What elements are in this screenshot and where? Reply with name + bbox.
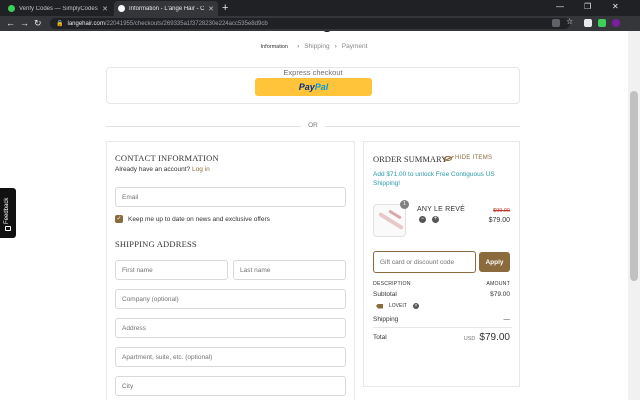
langehair-favicon-icon <box>118 5 125 12</box>
breadcrumb: Information › Shipping › Payment <box>0 43 628 50</box>
profile-avatar[interactable] <box>612 19 620 27</box>
breadcrumb-shipping: Shipping <box>304 43 330 50</box>
product-name: ANY LE REVÉ <box>417 206 465 213</box>
applied-discount: LOVEIT × <box>376 303 419 309</box>
feedback-label: Feedback <box>4 197 10 224</box>
browser-toolbar: ← → ↻ 🔒 langehair.com /22041955/checkout… <box>0 16 640 31</box>
tab-title: Information - L'ange Hair - Chec <box>129 5 205 12</box>
new-tab-button[interactable]: + <box>222 2 228 14</box>
order-summary-panel: ORDER SUMMARY HIDE ITEMS Add $71.00 to u… <box>363 141 520 387</box>
product-thumbnail <box>373 204 406 237</box>
have-account-text: Already have an account? Log in <box>115 166 210 173</box>
increase-quantity-button[interactable]: + <box>432 216 439 223</box>
close-tab-icon[interactable]: ✕ <box>102 5 108 13</box>
eye-slash-icon <box>444 155 452 161</box>
simplycodes-extension-icon[interactable] <box>598 19 606 27</box>
page-scrollbar[interactable] <box>628 31 640 400</box>
divider <box>325 126 520 127</box>
product-price: $79.00 <box>488 217 510 224</box>
feedback-tab[interactable]: Feedback <box>0 188 16 238</box>
bookmark-star-icon[interactable]: ☆ <box>566 17 574 26</box>
close-tab-icon[interactable]: ✕ <box>208 5 214 13</box>
breadcrumb-separator-icon: › <box>334 43 337 50</box>
breadcrumb-payment: Payment <box>341 43 368 50</box>
subtotal-value: $79.00 <box>490 291 510 298</box>
window-close-icon[interactable]: ✕ <box>612 2 619 11</box>
shipping-value: — <box>503 316 511 323</box>
tab-checkout[interactable]: Information - L'ange Hair - Chec ✕ <box>114 1 218 16</box>
maximize-icon[interactable]: ❐ <box>584 2 591 11</box>
shipping-address-title: SHIPPING ADDRESS <box>115 239 197 249</box>
discount-code-input[interactable]: Gift card or discount code <box>373 251 476 273</box>
forward-icon[interactable]: → <box>20 18 29 29</box>
newsletter-row: ✓ Keep me up to date on news and exclusi… <box>115 215 270 223</box>
breadcrumb-information[interactable]: Information <box>261 44 289 50</box>
reload-icon[interactable]: ↻ <box>34 18 42 29</box>
divider <box>373 327 512 328</box>
store-logo <box>321 31 333 32</box>
address-bar[interactable]: 🔒 langehair.com /22041955/checkouts/2693… <box>50 18 570 29</box>
description-header: DESCRIPTION <box>373 281 411 287</box>
login-link[interactable]: Log in <box>192 166 210 173</box>
total-amount: USD $79.00 <box>464 332 510 343</box>
total-label: Total <box>373 334 387 341</box>
lock-icon: 🔒 <box>56 21 64 27</box>
translate-icon[interactable] <box>552 19 560 27</box>
free-shipping-promo: Add $71.00 to unlock Free Contiguous US … <box>373 171 495 187</box>
simplycodes-favicon-icon <box>8 5 15 12</box>
scrollbar-thumb[interactable] <box>630 91 638 281</box>
hide-items-label: HIDE ITEMS <box>455 155 493 161</box>
company-field[interactable]: Company (optional) <box>115 289 346 309</box>
tab-title: Verify Codes — SimplyCodes <box>19 5 98 12</box>
apartment-field[interactable]: Apartment, suite, etc. (optional) <box>115 347 346 367</box>
order-summary-title: ORDER SUMMARY <box>373 154 448 164</box>
last-name-field[interactable]: Last name <box>233 260 346 280</box>
divider <box>106 126 301 127</box>
decrease-quantity-button[interactable]: − <box>419 216 426 223</box>
tab-verify-codes[interactable]: Verify Codes — SimplyCodes ✕ <box>4 1 112 16</box>
city-field[interactable]: City <box>115 376 346 396</box>
remove-discount-icon[interactable]: × <box>412 303 419 309</box>
original-price: $99.00 <box>493 208 510 214</box>
subtotal-label: Subtotal <box>373 291 397 298</box>
address-field[interactable]: Address <box>115 318 346 338</box>
browser-tab-bar: Verify Codes — SimplyCodes ✕ Information… <box>0 0 640 16</box>
tag-icon <box>376 303 383 309</box>
customer-info-panel: CONTACT INFORMATION Already have an acco… <box>106 141 355 400</box>
newsletter-checkbox[interactable]: ✓ <box>115 215 123 223</box>
paypal-pal-text: Pal <box>314 82 329 92</box>
first-name-field[interactable]: First name <box>115 260 228 280</box>
shipping-label: Shipping <box>373 316 399 323</box>
feedback-chat-icon <box>5 226 11 231</box>
express-checkout-box: Express checkout Pay Pal <box>106 67 520 104</box>
paypal-pay-text: Pay <box>298 82 315 92</box>
breadcrumb-separator-icon: › <box>297 43 300 50</box>
back-icon[interactable]: ← <box>6 18 15 29</box>
newsletter-label: Keep me up to date on news and exclusive… <box>128 215 270 223</box>
checkout-page: Information › Shipping › Payment Express che… <box>0 31 628 400</box>
email-field[interactable]: Email <box>115 187 346 207</box>
extension-icon[interactable] <box>584 19 592 27</box>
amount-header: AMOUNT <box>486 281 510 287</box>
url-host: langehair.com <box>67 20 105 27</box>
hide-items-button[interactable]: HIDE ITEMS <box>444 155 492 161</box>
quantity-badge: 1 <box>400 200 409 209</box>
paypal-button[interactable]: Pay Pal <box>255 78 372 96</box>
contact-information-title: CONTACT INFORMATION <box>115 153 219 163</box>
total-currency: USD <box>463 336 476 342</box>
minimize-icon[interactable]: — <box>556 2 564 11</box>
discount-code: LOVEIT <box>389 303 407 309</box>
apply-button[interactable]: Apply <box>479 252 510 272</box>
product-image-wand <box>378 211 404 231</box>
total-value: $79.00 <box>479 332 510 343</box>
url-path: /22041955/checkouts/269335a1f3728230e224… <box>104 20 268 27</box>
or-divider-label: OR <box>308 122 318 129</box>
